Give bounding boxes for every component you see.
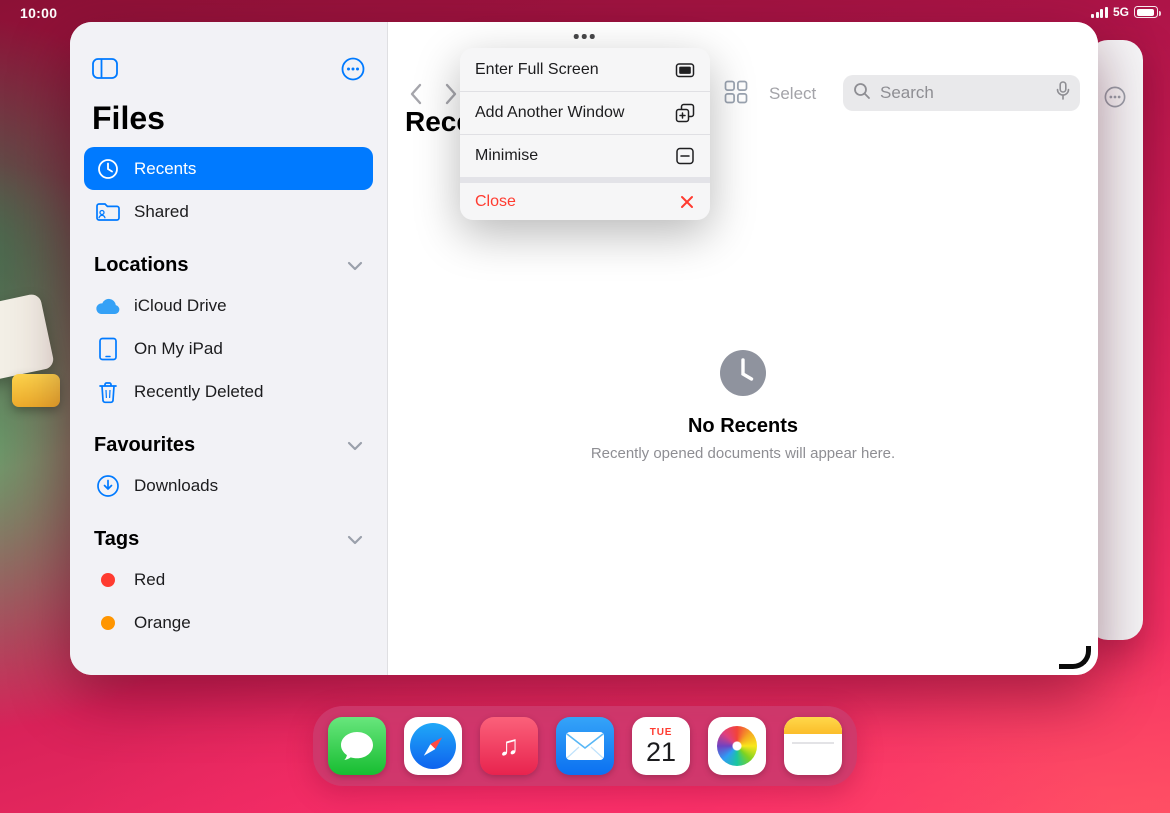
menu-item-add-another-window[interactable]: Add Another Window <box>460 91 710 134</box>
section-label: Favourites <box>94 434 196 456</box>
safari-compass-icon <box>410 723 456 769</box>
ipad-screen: 10:00 5G Files Recents Shared Locations … <box>0 0 1170 813</box>
dock-app-calendar[interactable]: TUE 21 <box>632 717 690 775</box>
dock-app-mail[interactable] <box>556 717 614 775</box>
red-tag-dot <box>94 572 122 587</box>
empty-title: No Recents <box>687 415 799 437</box>
orange-tag-dot <box>94 615 122 630</box>
sidebar-item-label: On My iPad <box>134 338 223 358</box>
sidebar-item-downloads[interactable]: Downloads <box>84 464 373 507</box>
forward-button[interactable] <box>440 80 462 108</box>
trash-icon <box>94 380 122 404</box>
recents-clock-icon <box>720 350 766 396</box>
menu-item-label: Enter Full Screen <box>475 60 599 78</box>
menu-item-label: Add Another Window <box>475 104 625 121</box>
sidebar-item-label: Shared <box>134 201 189 221</box>
search-icon <box>853 82 871 105</box>
calendar-day: 21 <box>645 737 677 768</box>
notes-line <box>792 742 834 744</box>
mail-envelope-icon <box>566 732 604 760</box>
minimise-icon <box>675 146 695 166</box>
wallpaper-object-yellow <box>12 374 60 407</box>
sidebar-item-recents[interactable]: Recents <box>84 147 373 190</box>
app-title: Files <box>92 100 165 136</box>
section-label: Locations <box>94 254 189 276</box>
search-field[interactable] <box>843 75 1080 111</box>
back-button[interactable] <box>404 80 426 108</box>
shared-folder-icon <box>94 201 122 223</box>
empty-state: No Recents Recently opened documents wil… <box>388 348 1098 462</box>
status-time: 10:00 <box>20 5 58 21</box>
sidebar-item-recently-deleted[interactable]: Recently Deleted <box>84 370 373 413</box>
menu-item-enter-full-screen[interactable]: Enter Full Screen <box>460 48 710 91</box>
ipad-icon <box>94 337 122 361</box>
status-bar: 10:00 5G <box>0 0 1170 24</box>
sidebar-item-label: Red <box>134 569 166 589</box>
chevron-down-icon[interactable] <box>347 434 363 457</box>
menu-item-label: Minimise <box>475 147 539 164</box>
sidebar-item-tag-orange[interactable]: Orange <box>84 601 373 644</box>
download-circle-icon <box>94 474 122 498</box>
view-options-icon[interactable] <box>724 80 748 109</box>
search-input[interactable] <box>878 82 1049 104</box>
sidebar-item-label: Recents <box>134 158 197 178</box>
empty-subtitle: Recently opened documents will appear he… <box>590 445 896 462</box>
dock-app-messages[interactable] <box>328 717 386 775</box>
cloud-icon <box>94 296 122 316</box>
dock-app-photos[interactable] <box>708 717 766 775</box>
photos-flower-icon <box>717 726 757 766</box>
menu-item-label: Close <box>475 192 516 210</box>
sidebar-item-label: Downloads <box>134 475 219 495</box>
dock: ♫ TUE 21 <box>313 706 857 786</box>
window-drag-handle[interactable] <box>568 31 601 42</box>
window-controls-menu: Enter Full Screen Add Another Window Min… <box>460 48 710 220</box>
menu-item-minimise[interactable]: Minimise <box>460 134 710 177</box>
select-button[interactable]: Select <box>769 84 816 104</box>
network-label: 5G <box>1112 5 1129 19</box>
dock-app-notes[interactable] <box>784 717 842 775</box>
more-circle-icon[interactable] <box>1104 86 1126 113</box>
close-x-icon <box>679 194 695 210</box>
clock-icon <box>94 157 122 181</box>
notes-yellow-band <box>784 717 842 734</box>
menu-item-close[interactable]: Close <box>460 177 710 220</box>
dock-app-safari[interactable] <box>404 717 462 775</box>
sidebar-item-label: Orange <box>134 612 191 632</box>
sidebar-item-label: iCloud Drive <box>134 295 227 315</box>
section-header-locations: Locations <box>84 254 373 277</box>
add-window-icon <box>675 103 695 123</box>
music-note-icon: ♫ <box>498 730 520 761</box>
sidebar-item-icloud-drive[interactable]: iCloud Drive <box>84 284 373 327</box>
sidebar-item-on-my-ipad[interactable]: On My iPad <box>84 327 373 370</box>
section-header-tags: Tags <box>84 528 373 551</box>
wallpaper-object-white <box>0 292 56 384</box>
chevron-down-icon[interactable] <box>347 254 363 277</box>
sidebar: Files Recents Shared Locations iCloud Dr… <box>70 22 388 675</box>
mic-icon[interactable] <box>1056 80 1070 106</box>
files-window: Files Recents Shared Locations iCloud Dr… <box>70 22 1098 675</box>
signal-icon <box>1091 6 1108 18</box>
sidebar-more-circle-icon[interactable] <box>341 57 365 86</box>
sidebar-item-tag-red[interactable]: Red <box>84 558 373 601</box>
enter-full-screen-icon <box>675 60 695 80</box>
section-header-favourites: Favourites <box>84 434 373 457</box>
battery-icon <box>1134 6 1161 18</box>
messages-bubble-icon <box>341 732 373 760</box>
section-label: Tags <box>94 528 140 550</box>
dock-app-music[interactable]: ♫ <box>480 717 538 775</box>
sidebar-item-label: Recently Deleted <box>134 381 264 401</box>
sidebar-item-shared[interactable]: Shared <box>84 190 373 233</box>
chevron-down-icon[interactable] <box>347 528 363 551</box>
sidebar-toggle-icon[interactable] <box>92 58 118 84</box>
